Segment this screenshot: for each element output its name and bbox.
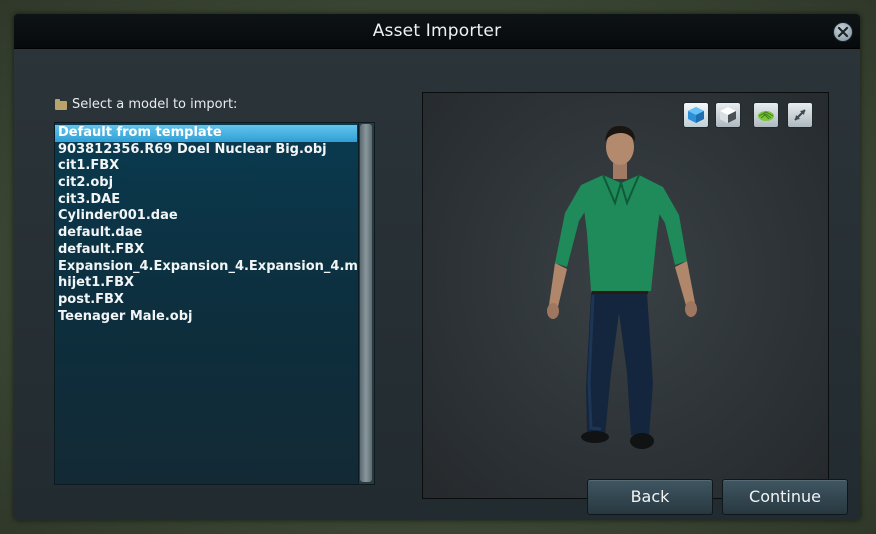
- textured-cube-icon: [688, 107, 704, 123]
- model-list-header: Select a model to import:: [55, 97, 237, 112]
- scrollbar-thumb[interactable]: [360, 124, 372, 482]
- continue-button[interactable]: Continue: [722, 479, 848, 515]
- list-item[interactable]: Teenager Male.obj: [55, 309, 357, 326]
- asset-importer-dialog: Asset Importer Select a model to import:…: [14, 14, 860, 520]
- model-list-label: Select a model to import:: [72, 97, 238, 112]
- list-item[interactable]: default.FBX: [55, 242, 357, 259]
- list-item[interactable]: Cylinder001.dae: [55, 208, 357, 225]
- list-item[interactable]: default.dae: [55, 225, 357, 242]
- lod-mesh-icon: [758, 111, 774, 121]
- list-item[interactable]: hijet1.FBX: [55, 275, 357, 292]
- list-item[interactable]: cit1.FBX: [55, 158, 357, 175]
- list-item[interactable]: Expansion_4.Expansion_4.Expansion_4.m_p: [55, 259, 357, 276]
- back-button[interactable]: Back: [587, 479, 713, 515]
- close-icon: [837, 26, 849, 38]
- dialog-body: Select a model to import: Default from t…: [14, 49, 860, 520]
- list-scrollbar[interactable]: [358, 123, 374, 484]
- list-item[interactable]: Default from template: [55, 125, 357, 142]
- list-item[interactable]: cit2.obj: [55, 175, 357, 192]
- solid-cube-icon: [720, 107, 736, 123]
- dialog-title: Asset Importer: [372, 21, 502, 41]
- list-item[interactable]: 903812356.R69 Doel Nuclear Big.obj: [55, 142, 357, 159]
- character-model: [547, 125, 697, 449]
- model-preview[interactable]: [422, 92, 829, 499]
- close-button[interactable]: [833, 22, 853, 42]
- solid-view-button[interactable]: [715, 102, 741, 128]
- folder-icon: [55, 99, 67, 110]
- model-list-items: Default from template 903812356.R69 Doel …: [55, 125, 357, 481]
- lod-view-button[interactable]: [753, 102, 779, 128]
- model-list[interactable]: Default from template 903812356.R69 Doel …: [54, 122, 375, 485]
- resize-button[interactable]: [787, 102, 813, 128]
- titlebar: Asset Importer: [14, 14, 860, 49]
- list-item[interactable]: post.FBX: [55, 292, 357, 309]
- list-item[interactable]: cit3.DAE: [55, 192, 357, 209]
- resize-arrow-icon: [794, 109, 806, 121]
